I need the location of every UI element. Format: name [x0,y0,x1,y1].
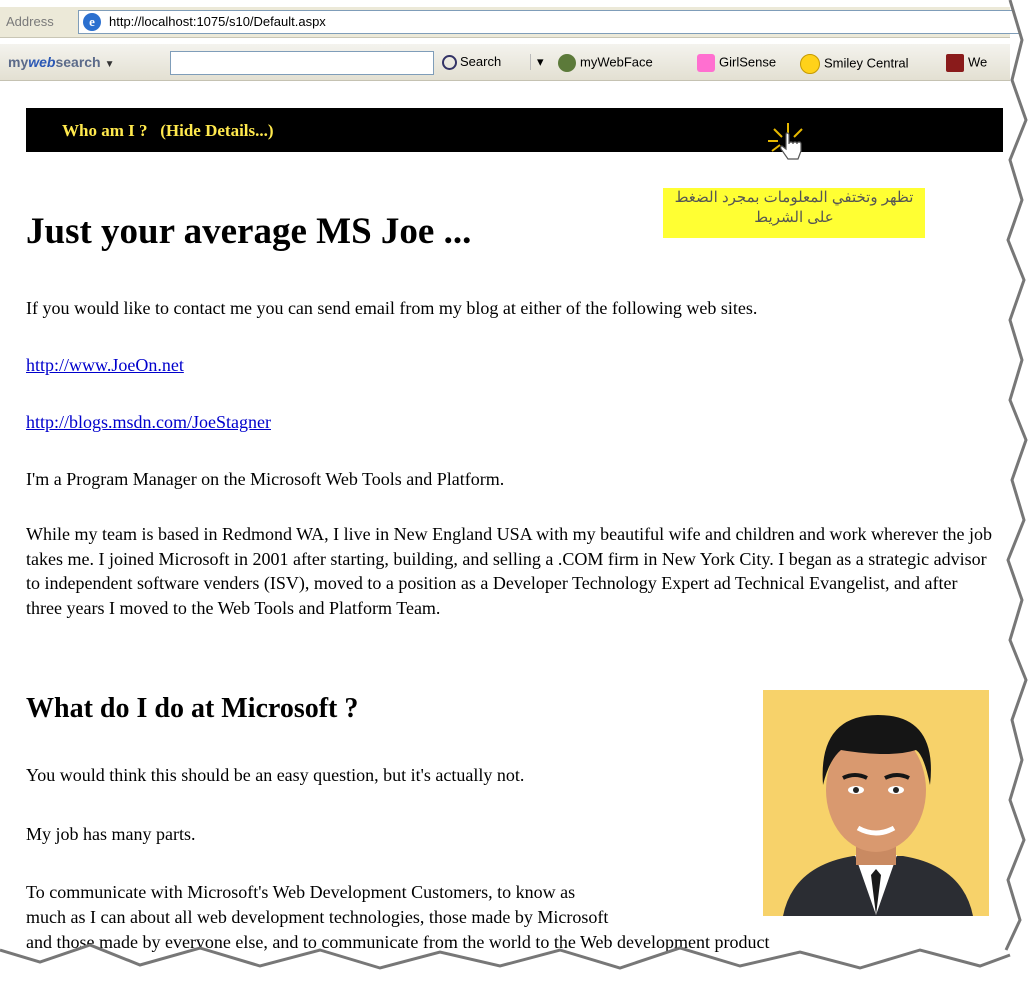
search-toolbar: mywebsearch ▼ Search ▾ myWebFace GirlSens… [0,44,1010,81]
hand-cursor-icon [768,123,803,160]
mywebsearch-logo[interactable]: mywebsearch ▼ [8,54,115,70]
banner-text: Who am I ? (Hide Details...) [62,121,274,140]
search-dropdown[interactable]: ▾ [530,54,544,70]
face-icon [558,54,576,72]
joeon-link[interactable]: http://www.JoeOn.net [26,355,184,375]
page-title: Just your average MS Joe ... [26,211,472,252]
chevron-down-icon: ▼ [104,59,115,70]
search-icon [442,55,457,71]
intro-text: If you would like to contact me you can … [26,298,758,318]
toolbar-item-we[interactable]: We [946,54,987,72]
address-url: http://localhost:1075/s10/Default.aspx [109,14,326,29]
screenshot-frame: Address e http://localhost:1075/s10/Defa… [0,0,1033,988]
address-label: Address [6,14,54,29]
toolbar-item-mywebface[interactable]: myWebFace [558,54,653,72]
toolbar-search-input[interactable] [170,51,434,75]
arabic-annotation: تظهر وتختفي المعلومات بمجرد الضغط على ال… [663,188,925,238]
bio-text: While my team is based in Redmond WA, I … [26,524,992,618]
address-bar: Address e http://localhost:1075/s10/Defa… [0,7,1020,38]
question-text: You would think this should be an easy q… [26,765,525,785]
mw-icon [946,54,964,72]
ie-page-icon: e [83,13,101,31]
who-am-i-banner[interactable]: Who am I ? (Hide Details...) [26,108,1003,152]
toolbar-item-girlsense[interactable]: GirlSense [697,54,776,72]
parts-text: My job has many parts. [26,824,196,844]
communicate-line-1: To communicate with Microsoft's Web Deve… [26,882,576,902]
communicate-line-2: much as I can about all web development … [26,907,609,927]
joeon-link-row: http://www.JoeOn.net [26,353,184,378]
toolbar-item-smiley-central[interactable]: Smiley Central [800,54,909,74]
smiley-icon [800,54,820,74]
search-button[interactable]: Search [442,54,501,71]
address-input[interactable]: e http://localhost:1075/s10/Default.aspx [78,10,1020,34]
butterfly-icon [697,54,715,72]
msdn-blog-link-row: http://blogs.msdn.com/JoeStagner [26,410,271,435]
role-text: I'm a Program Manager on the Microsoft W… [26,469,505,489]
section-title: What do I do at Microsoft ? [26,693,359,724]
communicate-line-3: and those made by everyone else, and to … [26,932,770,952]
msdn-blog-link[interactable]: http://blogs.msdn.com/JoeStagner [26,412,271,432]
avatar [763,690,989,916]
